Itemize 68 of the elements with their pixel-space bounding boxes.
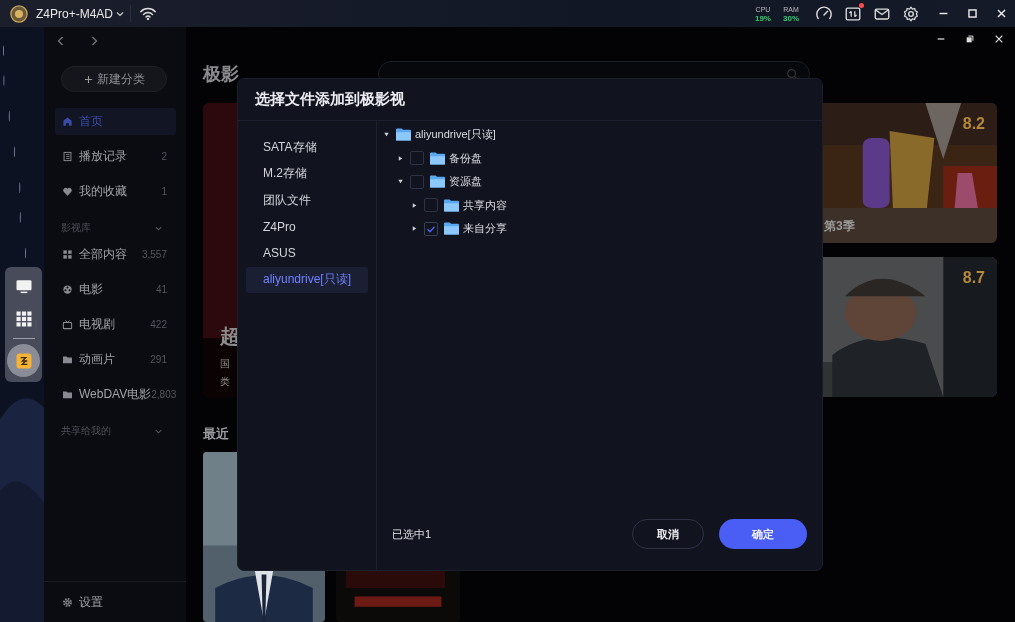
folder-icon: [444, 198, 459, 212]
device-logo-icon[interactable]: [10, 4, 28, 23]
tv-icon: [62, 319, 73, 330]
caret-icon[interactable]: [383, 131, 390, 139]
location-item[interactable]: ASUS: [246, 240, 368, 267]
folder-name[interactable]: aliyundrive[只读]: [415, 127, 496, 143]
dock-item[interactable]: [7, 344, 40, 377]
sidebar-item[interactable]: 电影 41: [55, 276, 176, 303]
transfer-icon[interactable]: [844, 4, 862, 23]
plus-icon: [83, 74, 93, 84]
dialog-title: 选择文件添加到极影视: [238, 79, 822, 121]
close-icon[interactable]: [994, 33, 1004, 44]
rating: 8.7: [962, 269, 985, 287]
sidebar-item[interactable]: 全部内容 3,557: [55, 241, 176, 268]
hero-meta: 国: [220, 357, 231, 371]
sidebar-item[interactable]: 电视剧 422: [55, 311, 176, 338]
stat-value: 30%: [783, 13, 799, 23]
checkbox[interactable]: [410, 174, 424, 189]
sidebar-item[interactable]: 动画片 291: [55, 346, 176, 373]
caret-icon[interactable]: [411, 225, 418, 233]
location-item[interactable]: 团队文件: [246, 187, 368, 214]
maximize-icon[interactable]: [967, 8, 978, 19]
home-icon: [62, 116, 73, 127]
folder-icon: [396, 128, 411, 142]
folder-icon: [62, 354, 73, 365]
location-item[interactable]: SATA存储: [246, 134, 368, 161]
wifi-icon[interactable]: [139, 6, 158, 21]
section-title: 最近: [202, 425, 230, 441]
hero-meta: 类: [220, 375, 231, 389]
checkbox[interactable]: [424, 221, 438, 236]
page-title: 极影: [203, 63, 240, 86]
location-item[interactable]: M.2存储: [246, 160, 368, 187]
folder-icon: [430, 175, 445, 189]
confirm-button[interactable]: 确定: [719, 519, 807, 549]
stat-value: 19%: [754, 13, 771, 23]
list-icon: [62, 151, 73, 162]
checkbox[interactable]: [424, 198, 438, 213]
caret-icon[interactable]: [397, 178, 404, 186]
folder-name[interactable]: 共享内容: [463, 197, 507, 213]
close-icon[interactable]: [996, 8, 1007, 19]
location-item[interactable]: aliyundrive[只读]: [246, 266, 368, 293]
settings-icon: [62, 596, 73, 608]
device-menu[interactable]: Z4Pro+-M4AD: [36, 6, 125, 21]
caret-icon: [116, 9, 125, 18]
caret-icon[interactable]: [397, 154, 404, 162]
sidebar-item[interactable]: 我的收藏 1: [55, 178, 176, 205]
folder-icon: [62, 389, 73, 400]
grid-icon: [62, 249, 73, 260]
section-label: 共享给我的: [61, 424, 111, 438]
folder-name[interactable]: 备份盘: [449, 150, 482, 166]
selection-count: 已选中1: [392, 526, 432, 542]
sidebar-item[interactable]: 播放记录 2: [55, 143, 176, 170]
season-label: 第3季: [824, 218, 855, 235]
sidebar-item[interactable]: WebDAV电影2,803: [55, 381, 176, 408]
restore-icon[interactable]: [965, 33, 975, 44]
settings-icon[interactable]: [902, 4, 920, 23]
folder-name[interactable]: 资源盘: [449, 174, 482, 190]
film-reel-icon: [62, 284, 73, 295]
rating: 8.2: [962, 115, 985, 133]
new-category-button[interactable]: 新建分类: [61, 66, 167, 92]
settings-item[interactable]: 设置: [62, 593, 103, 611]
checkbox[interactable]: [410, 151, 424, 166]
caret-icon[interactable]: [411, 201, 418, 209]
heart-icon: [62, 186, 73, 197]
location-item[interactable]: Z4Pro: [246, 213, 368, 240]
folder-name[interactable]: 来自分享: [463, 221, 507, 237]
folder-icon: [444, 222, 459, 236]
folder-icon: [430, 151, 445, 165]
